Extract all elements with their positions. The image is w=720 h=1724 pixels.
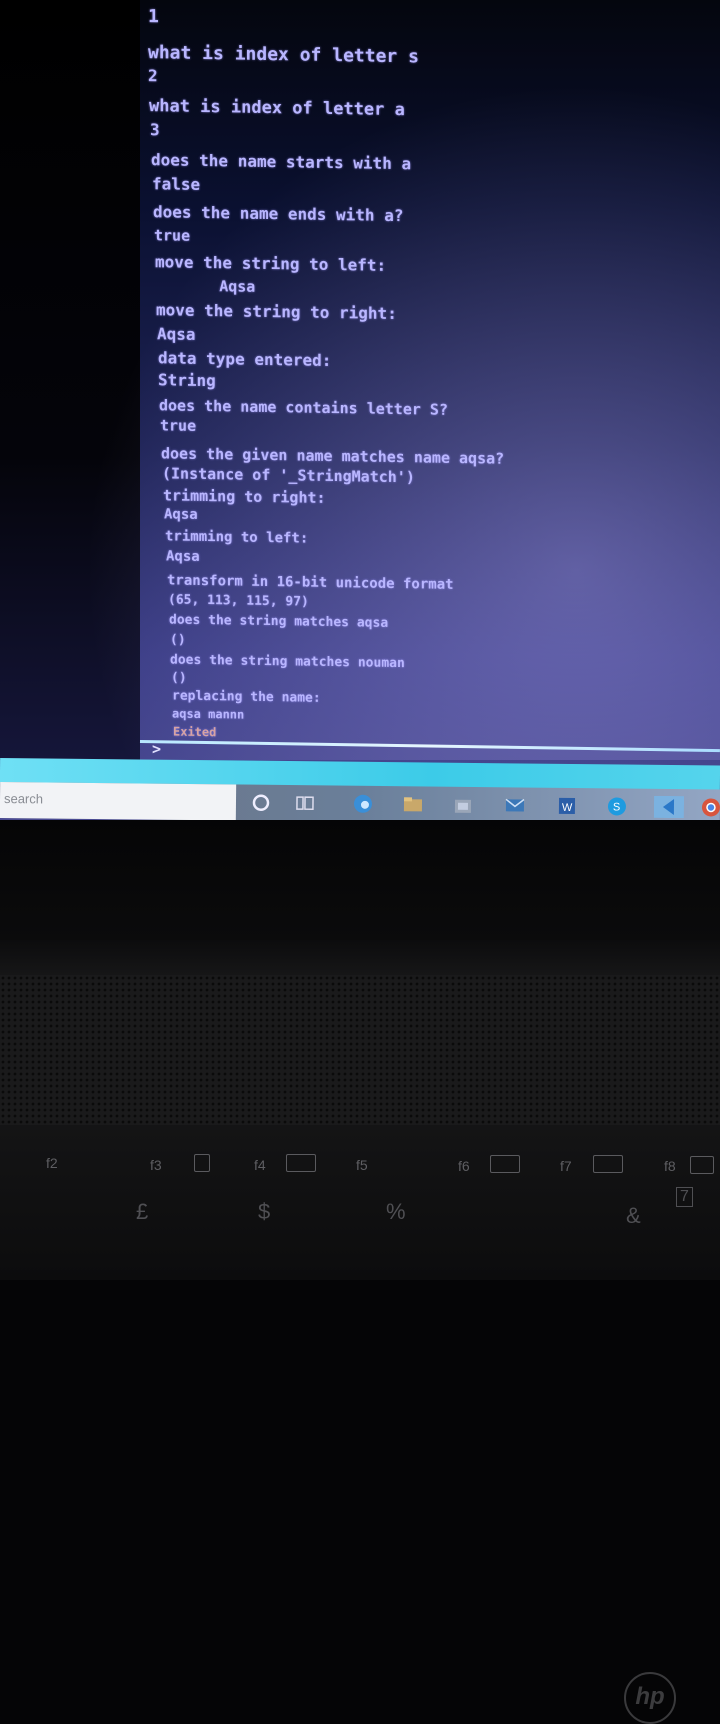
key-f8[interactable]: f8	[664, 1158, 676, 1174]
hp-logo: hp	[624, 1672, 676, 1724]
laptop-hinge	[0, 940, 720, 975]
key-dollar-symbol[interactable]: $	[258, 1199, 270, 1225]
key-ampersand-symbol[interactable]: &	[626, 1203, 641, 1229]
console-line: Aqsa	[164, 506, 198, 523]
store-icon[interactable]	[452, 794, 474, 816]
console-line: ()	[171, 670, 187, 686]
word-icon[interactable]: W	[556, 795, 578, 817]
console-line: Exited	[173, 724, 217, 740]
console-line: move the string to right:	[156, 300, 397, 324]
console-line: 2	[148, 66, 158, 86]
console-line: ()	[170, 632, 186, 648]
console-line: true	[154, 226, 191, 245]
keyboard: f2 f3 f4 f5 f6 f7 f8 £ $ % & 7	[0, 1125, 720, 1280]
console-line: replacing the name:	[172, 688, 321, 706]
console-line: Aqsa	[156, 276, 256, 296]
console-line: Aqsa	[157, 324, 196, 344]
task-view-icon[interactable]	[294, 792, 316, 814]
console-line: data type entered:	[158, 348, 332, 371]
file-explorer-icon[interactable]	[402, 793, 424, 815]
console-line: (65, 113, 115, 97)	[168, 592, 309, 610]
key-f2[interactable]: f2	[46, 1155, 58, 1171]
svg-text:W: W	[562, 802, 573, 814]
key-pound-symbol[interactable]: £	[136, 1199, 148, 1225]
search-input[interactable]: search	[0, 782, 237, 820]
volume-down-icon	[490, 1155, 520, 1173]
console-line: does the name starts with a	[151, 150, 412, 174]
key-percent-symbol[interactable]: %	[386, 1199, 406, 1225]
console-line: does the string matches aqsa	[169, 612, 389, 631]
screen-bezel: hp	[0, 820, 720, 1724]
key-f3[interactable]: f3	[150, 1157, 162, 1173]
console-line: trimming to left:	[165, 528, 309, 547]
console-line: aqsa mannn	[172, 706, 245, 722]
console-line: 3	[150, 120, 160, 140]
windows-taskbar: search W S	[0, 782, 720, 820]
console-line: trimming to right:	[163, 486, 326, 507]
console-prompt[interactable]: >	[152, 740, 161, 758]
console-line: 1	[148, 6, 159, 28]
console-line: what is index of letter a	[149, 96, 405, 121]
laptop-screen: 1 what is index of letter s 2 what is index…	[0, 0, 720, 820]
skype-icon[interactable]: S	[606, 795, 628, 817]
search-placeholder: search	[3, 791, 44, 807]
console-line: transform in 16-bit unicode format	[167, 572, 454, 593]
display-icon	[286, 1154, 316, 1172]
key-f5[interactable]: f5	[356, 1157, 368, 1173]
key-f6[interactable]: f6	[458, 1158, 470, 1174]
cortana-icon[interactable]	[250, 792, 272, 814]
edge-icon[interactable]	[352, 793, 374, 815]
key-seven-symbol[interactable]: 7	[676, 1187, 693, 1207]
console-output: 1 what is index of letter s 2 what is index…	[140, 0, 720, 769]
console-line: (Instance of '_StringMatch')	[162, 464, 415, 487]
console-line: move the string to left:	[155, 252, 387, 275]
console-line: does the name ends with a?	[153, 202, 404, 226]
speaker-grille	[0, 975, 720, 1125]
editor-side-panel	[0, 0, 140, 760]
console-line: does the name contains letter S?	[159, 396, 448, 419]
console-line: what is index of letter s	[148, 42, 419, 68]
console-line: true	[160, 416, 197, 435]
key-f4[interactable]: f4	[254, 1157, 266, 1173]
console-line: false	[152, 174, 201, 194]
mail-icon[interactable]	[504, 794, 526, 816]
console-line: Aqsa	[166, 548, 200, 565]
airplane-mode-icon	[194, 1154, 210, 1172]
console-line: String	[158, 370, 216, 391]
mute-icon	[690, 1156, 714, 1174]
vscode-icon[interactable]	[653, 795, 685, 819]
volume-up-icon	[593, 1155, 623, 1173]
console-line: does the string matches nouman	[170, 652, 405, 672]
chrome-icon[interactable]	[700, 796, 720, 818]
svg-text:S: S	[613, 801, 620, 813]
key-f7[interactable]: f7	[560, 1158, 572, 1174]
